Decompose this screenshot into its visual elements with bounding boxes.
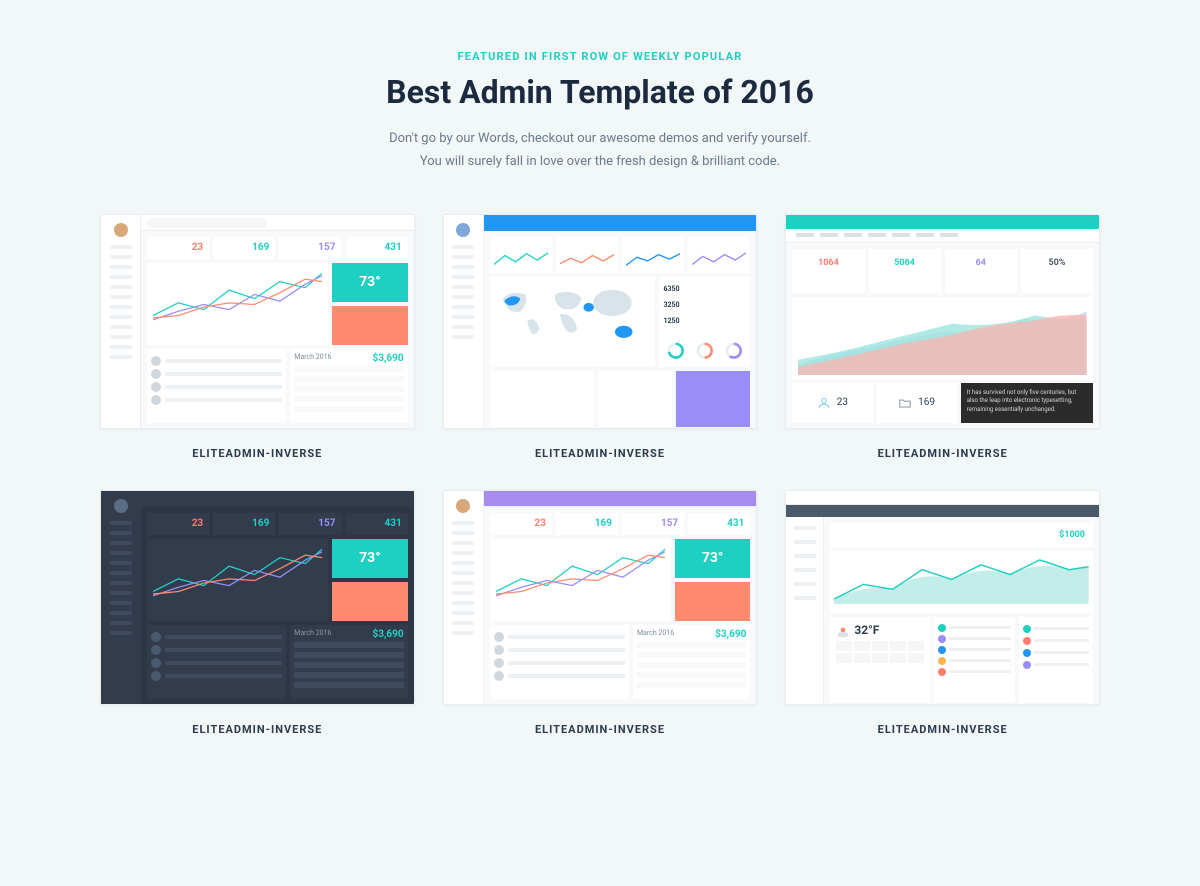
activity-widget: [934, 617, 1015, 703]
template-caption: ELITEADMIN-INVERSE: [192, 723, 322, 736]
message-card: [332, 306, 407, 345]
comments-card: [147, 349, 286, 423]
page-header: FEATURED IN FIRST ROW OF WEEKLY POPULAR …: [100, 50, 1100, 174]
banner-text: It has survived not only five centuries,…: [961, 383, 1093, 423]
template-caption: ELITEADMIN-INVERSE: [535, 723, 665, 736]
template-thumb-3: 1064 5064 64 50% 23 169 It has survived …: [785, 214, 1100, 429]
template-card-4[interactable]: 23 169 157 431 73° March 2016$3,690 E: [100, 490, 415, 736]
clients-card: 23: [792, 383, 872, 423]
template-card-3[interactable]: 1064 5064 64 50% 23 169 It has survived …: [785, 214, 1100, 460]
world-map: [490, 277, 656, 367]
stat-value: 169: [213, 237, 275, 259]
template-card-2[interactable]: 6350 3250 1250 ELITEADMIN-INVERSE: [443, 214, 758, 460]
projects-card: 169: [877, 383, 957, 423]
line-chart: [147, 263, 328, 345]
template-caption: ELITEADMIN-INVERSE: [535, 447, 665, 460]
stat-value: 23: [147, 237, 209, 259]
template-thumb-1: 23 169 157 431 73° March 2016$3,690: [100, 214, 415, 429]
template-thumb-6: $1000 32°F: [785, 490, 1100, 705]
sales-card: March 2016$3,690: [290, 349, 407, 423]
map-stats: 6350 3250 1250: [659, 277, 750, 367]
weather-widget: 32°F: [830, 617, 930, 703]
page-subtitle-2: You will surely fall in love over the fr…: [100, 150, 1100, 173]
template-card-5[interactable]: 23 169 157 431 73° March 2016$3,690 E: [443, 490, 758, 736]
template-card-6[interactable]: $1000 32°F ELITEADMIN-INVERSE: [785, 490, 1100, 736]
page-title: Best Admin Template of 2016: [100, 73, 1100, 111]
template-caption: ELITEADMIN-INVERSE: [878, 723, 1008, 736]
template-thumb-4: 23 169 157 431 73° March 2016$3,690: [100, 490, 415, 705]
templates-grid: 23 169 157 431 73° March 2016$3,690: [100, 214, 1100, 736]
template-caption: ELITEADMIN-INVERSE: [878, 447, 1008, 460]
total-cost: $1000: [830, 523, 1093, 547]
area-chart: [792, 297, 1093, 379]
eyebrow: FEATURED IN FIRST ROW OF WEEKLY POPULAR: [100, 50, 1100, 63]
page-subtitle-1: Don't go by our Words, checkout our awes…: [100, 127, 1100, 150]
template-caption: ELITEADMIN-INVERSE: [192, 447, 322, 460]
stat-value: 431: [346, 237, 408, 259]
stat-value: 157: [279, 237, 341, 259]
weather-temp: 73°: [332, 263, 407, 302]
template-thumb-2: 6350 3250 1250: [443, 214, 758, 429]
template-card-1[interactable]: 23 169 157 431 73° March 2016$3,690: [100, 214, 415, 460]
template-thumb-5: 23 169 157 431 73° March 2016$3,690: [443, 490, 758, 705]
todo-widget: [1019, 617, 1093, 703]
